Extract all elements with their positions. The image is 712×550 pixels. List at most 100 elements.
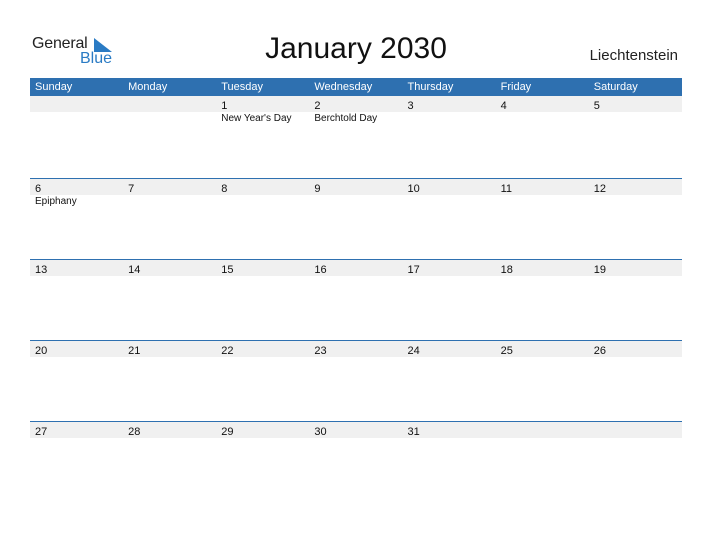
- events-row: New Year's Day Berchtold Day: [30, 112, 682, 126]
- day-number: 23: [314, 345, 327, 357]
- date-strip: 13 14 15 16 17 18 19: [30, 259, 682, 276]
- day-cell: 18: [496, 260, 589, 276]
- day-cell: 14: [123, 260, 216, 276]
- day-cell: 26: [589, 341, 682, 357]
- day-number: 27: [35, 426, 48, 438]
- holiday-label: [496, 195, 589, 209]
- day-cell: 24: [403, 341, 496, 357]
- holiday-label: [30, 112, 123, 126]
- day-number: 10: [407, 183, 420, 195]
- holiday-label: [123, 195, 216, 209]
- day-cell: 11: [496, 179, 589, 195]
- events-row: Epiphany: [30, 195, 682, 209]
- date-strip: 20 21 22 23 24 25 26: [30, 340, 682, 357]
- weekday-tuesday: Tuesday: [221, 81, 264, 93]
- day-cell: 4: [496, 96, 589, 112]
- day-cell: 1: [216, 96, 309, 112]
- holiday-label: [589, 195, 682, 209]
- day-cell: 30: [309, 422, 402, 438]
- day-cell: 12: [589, 179, 682, 195]
- day-cell: 10: [403, 179, 496, 195]
- holiday-label: [403, 195, 496, 209]
- day-cell: 8: [216, 179, 309, 195]
- day-cell: 2: [309, 96, 402, 112]
- week-row: 20 21 22 23 24 25 26: [30, 340, 682, 421]
- weekday-friday: Friday: [500, 81, 532, 93]
- day-cell: 28: [123, 422, 216, 438]
- day-number: 31: [407, 426, 420, 438]
- day-cell: 6: [30, 179, 123, 195]
- day-cell: 22: [216, 341, 309, 357]
- holiday-label: Epiphany: [35, 196, 77, 207]
- day-cell: [123, 96, 216, 112]
- day-number: 21: [128, 345, 141, 357]
- day-number: 25: [500, 345, 513, 357]
- weeks-container: 1 2 3 4 5 New Year's Day Berchtold Day 6 7 8 9 10 11…: [30, 96, 682, 502]
- day-number: 24: [407, 345, 420, 357]
- day-number: 13: [35, 264, 48, 276]
- day-cell: [30, 96, 123, 112]
- day-cell: 9: [309, 179, 402, 195]
- weekday-monday: Monday: [128, 81, 168, 93]
- day-number: 16: [314, 264, 327, 276]
- day-number: 18: [500, 264, 513, 276]
- day-cell: [496, 422, 589, 438]
- weekday-sunday: Sunday: [35, 81, 73, 93]
- day-number: 1: [221, 100, 228, 112]
- weekday-wednesday: Wednesday: [314, 81, 373, 93]
- day-cell: 5: [589, 96, 682, 112]
- day-number: 4: [500, 100, 507, 112]
- date-strip: 6 7 8 9 10 11 12: [30, 178, 682, 195]
- day-number: 11: [500, 183, 513, 195]
- day-cell: 15: [216, 260, 309, 276]
- day-cell: 31: [403, 422, 496, 438]
- holiday-label: [123, 112, 216, 126]
- day-number: 28: [128, 426, 141, 438]
- holiday-label: [589, 112, 682, 126]
- day-cell: 27: [30, 422, 123, 438]
- day-number: 12: [593, 183, 606, 195]
- holiday-label: Berchtold Day: [314, 113, 378, 124]
- day-number: 17: [407, 264, 420, 276]
- day-number: 14: [128, 264, 141, 276]
- day-number: 8: [221, 183, 228, 195]
- day-cell: 17: [403, 260, 496, 276]
- day-cell: 19: [589, 260, 682, 276]
- day-cell: 23: [309, 341, 402, 357]
- country-label: Liechtenstein: [589, 47, 678, 64]
- day-number: 9: [314, 183, 321, 195]
- weekday-thursday: Thursday: [407, 81, 454, 93]
- day-number: 20: [35, 345, 48, 357]
- day-number: 5: [593, 100, 600, 112]
- weekday-saturday: Saturday: [593, 81, 638, 93]
- holiday-label: [496, 112, 589, 126]
- day-cell: 3: [403, 96, 496, 112]
- holiday-label: [309, 195, 402, 209]
- day-cell: 29: [216, 422, 309, 438]
- day-number: 26: [593, 345, 606, 357]
- calendar-grid: Sunday Monday Tuesday Wednesday Thursday…: [30, 78, 682, 502]
- day-cell: 25: [496, 341, 589, 357]
- day-cell: [589, 422, 682, 438]
- holiday-label: New Year's Day: [221, 113, 292, 124]
- day-number: 6: [35, 183, 42, 195]
- week-row: 1 2 3 4 5 New Year's Day Berchtold Day: [30, 96, 682, 178]
- weekday-header: Sunday Monday Tuesday Wednesday Thursday…: [30, 78, 682, 96]
- day-cell: 21: [123, 341, 216, 357]
- day-number: 2: [314, 100, 321, 112]
- day-number: 29: [221, 426, 234, 438]
- day-number: 19: [593, 264, 606, 276]
- date-strip: 27 28 29 30 31: [30, 421, 682, 438]
- day-cell: 20: [30, 341, 123, 357]
- week-row: 27 28 29 30 31: [30, 421, 682, 502]
- day-cell: 16: [309, 260, 402, 276]
- day-number: 22: [221, 345, 234, 357]
- day-number: 7: [128, 183, 135, 195]
- day-number: 30: [314, 426, 327, 438]
- holiday-label: [216, 195, 309, 209]
- day-number: 3: [407, 100, 414, 112]
- day-cell: 13: [30, 260, 123, 276]
- day-number: 15: [221, 264, 234, 276]
- date-strip: 1 2 3 4 5: [30, 96, 682, 112]
- day-cell: 7: [123, 179, 216, 195]
